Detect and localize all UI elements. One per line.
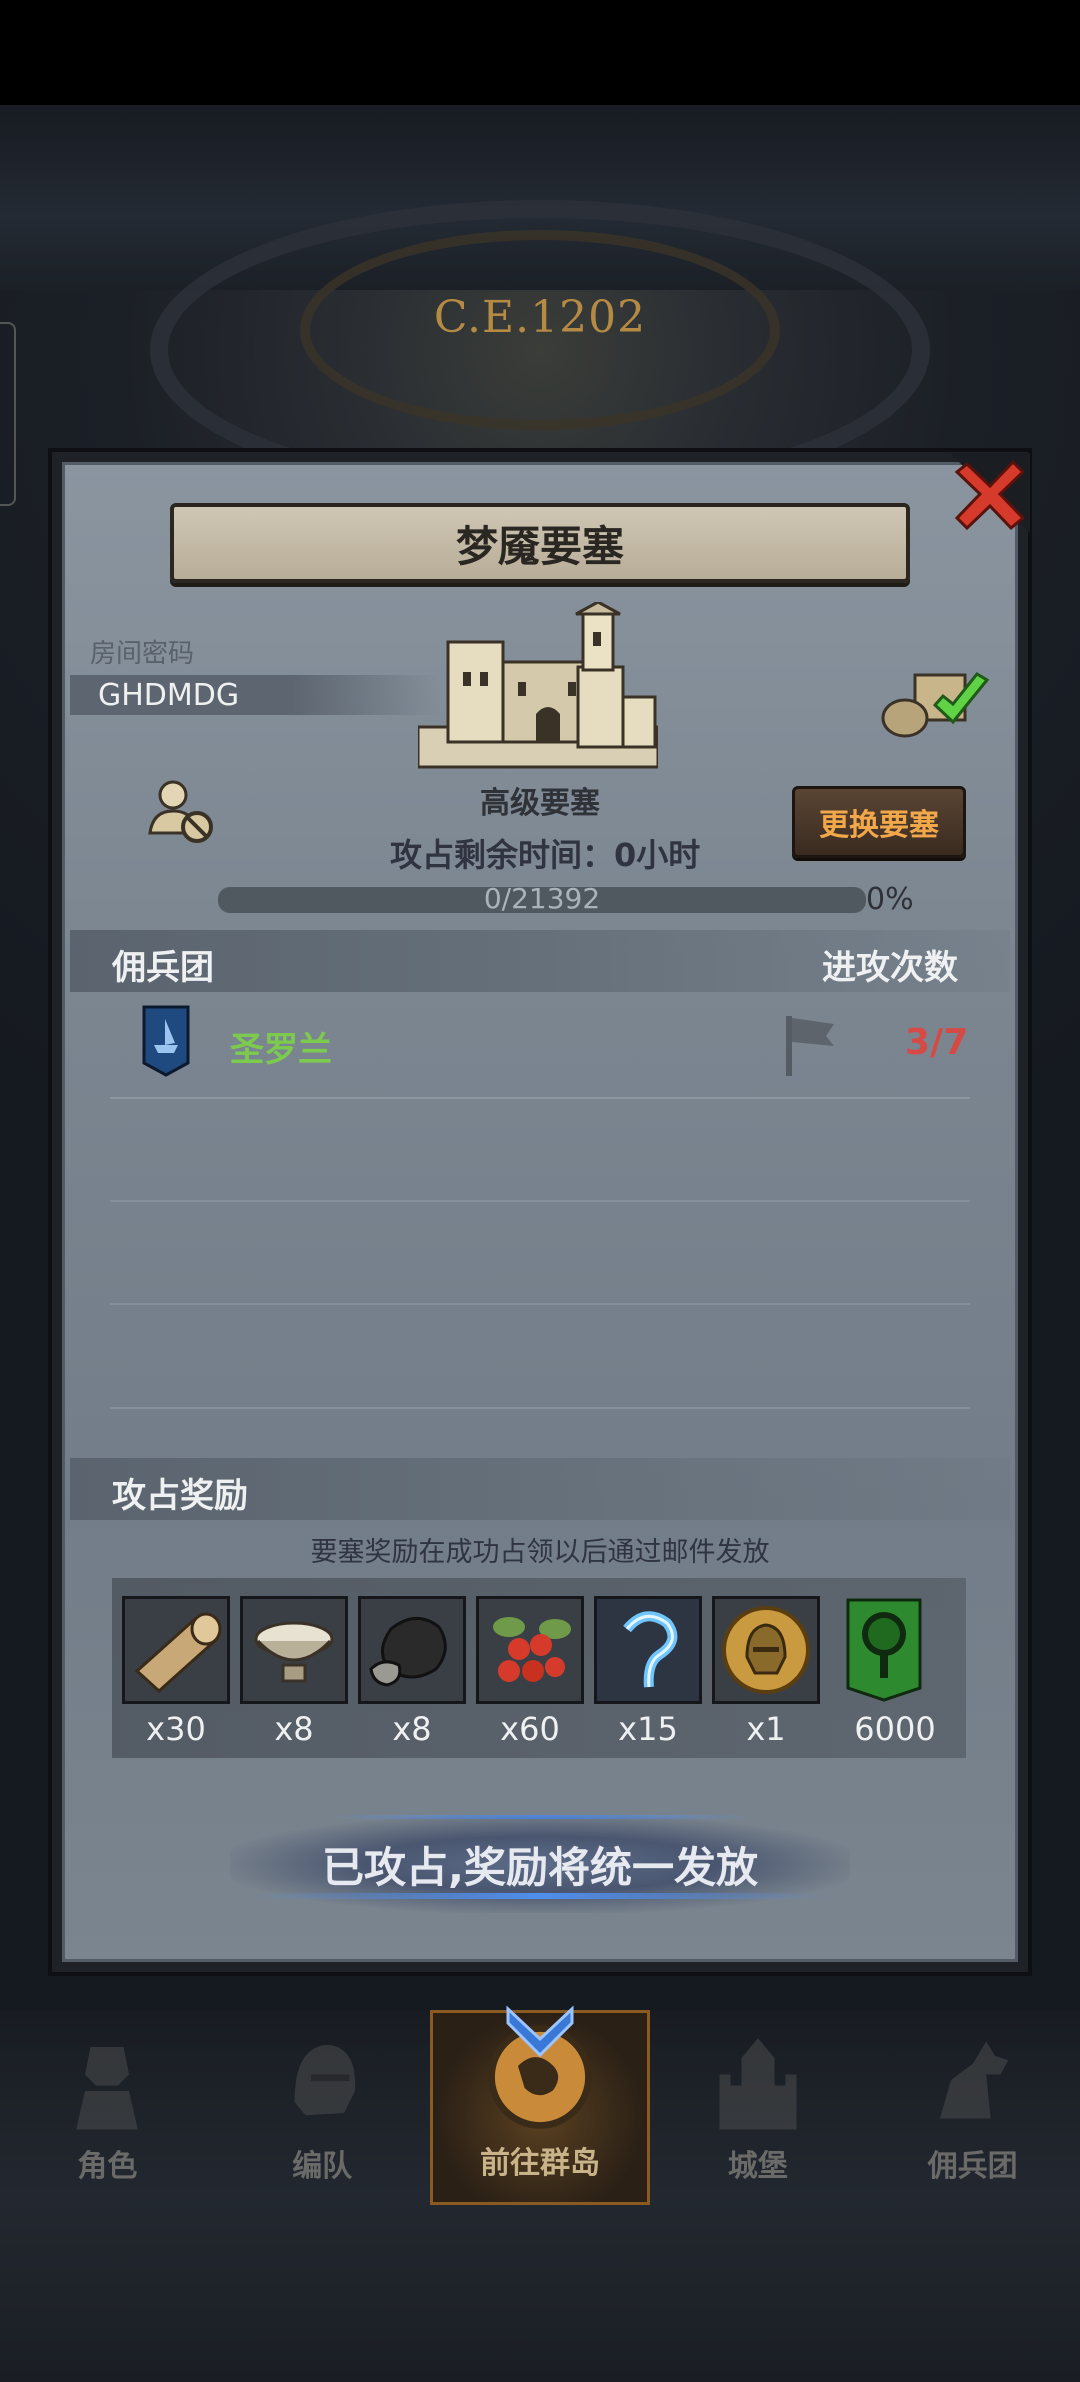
capture-progress-text: 0/21392: [483, 882, 601, 915]
reward-item[interactable]: [712, 1596, 820, 1704]
supplies-ready-icon: [881, 672, 990, 738]
nav-item-castle[interactable]: 城堡: [650, 2010, 865, 2205]
knight-icon: [76, 2047, 139, 2130]
side-pull-tab[interactable]: [0, 322, 16, 506]
nav-label: 前往群岛: [479, 2146, 600, 2181]
reward-qty: 6000: [854, 1710, 936, 1748]
reward-item[interactable]: [594, 1596, 702, 1704]
dialog-title-plate: 梦魇要塞: [170, 503, 910, 583]
claim-glow-bottom: [250, 1893, 830, 1899]
knight-coin-icon: [715, 1599, 817, 1701]
ship-emblem-icon: [142, 1005, 190, 1077]
user-blocked-icon[interactable]: [145, 775, 215, 845]
attack-count: 3/7: [905, 1022, 969, 1063]
nav-item-mercenary[interactable]: 佣兵团: [865, 2010, 1080, 2205]
tree-banner-icon: [846, 1598, 922, 1702]
dialog-title: 梦魇要塞: [455, 521, 624, 571]
nav-item-formation[interactable]: 编队: [215, 2010, 430, 2205]
change-fortress-button[interactable]: 更换要塞: [792, 786, 966, 858]
reward-item[interactable]: [476, 1596, 584, 1704]
reward-qty: x30: [146, 1710, 206, 1748]
reward-qty: x60: [500, 1710, 560, 1748]
empty-row: [110, 1407, 970, 1409]
reward-qty: x8: [392, 1710, 432, 1748]
close-icon[interactable]: [945, 448, 1035, 538]
nav-label: 佣兵团: [927, 2149, 1018, 2184]
room-password-value[interactable]: GHDMDG: [70, 675, 440, 715]
reward-item[interactable]: [358, 1596, 466, 1704]
castle-icon: [719, 2038, 797, 2130]
mercenary-header: 佣兵团: [112, 948, 214, 988]
empty-row: [110, 1303, 970, 1305]
room-password-label: 房间密码: [90, 639, 195, 669]
reward-note: 要塞奖励在成功占领以后通过邮件发放: [310, 1537, 770, 1568]
reward-header: 攻占奖励: [112, 1476, 248, 1516]
year-label: C.E.1202: [433, 292, 647, 343]
reward-qty: x1: [746, 1710, 786, 1748]
bowl-icon: [243, 1599, 345, 1701]
nav-item-character[interactable]: 角色: [0, 2010, 215, 2205]
bottom-nav: 角色 编队 前往群岛 城堡 佣兵团: [0, 2005, 1080, 2205]
flag-icon: [786, 1016, 834, 1076]
reward-item[interactable]: [842, 1596, 926, 1704]
reward-qty: x15: [618, 1710, 678, 1748]
reward-item[interactable]: [240, 1596, 348, 1704]
capture-progress-percent: 0%: [866, 882, 914, 917]
chevron-down-icon: [506, 2005, 574, 2058]
ore-icon: [361, 1599, 463, 1701]
claim-reward-label: 已攻占,奖励将统一发放: [322, 1842, 758, 1892]
berries-icon: [479, 1599, 581, 1701]
helmet-icon: [294, 2044, 356, 2116]
magic-hook-icon: [597, 1599, 699, 1701]
horse-icon: [939, 2041, 1008, 2119]
mercenary-name: 圣罗兰: [230, 1030, 332, 1070]
attacks-header: 进攻次数: [822, 948, 958, 988]
nav-label: 城堡: [727, 2149, 788, 2184]
nav-label: 编队: [292, 2149, 353, 2184]
fortress-grade: 高级要塞: [480, 786, 600, 821]
reward-qty: x8: [274, 1710, 314, 1748]
status-bar-area: [0, 0, 1080, 105]
reward-item[interactable]: [122, 1596, 230, 1704]
nav-item-islands[interactable]: 前往群岛: [429, 2005, 651, 2205]
fortress-castle-icon: [418, 602, 658, 769]
empty-row: [110, 1200, 970, 1202]
wood-log-icon: [125, 1599, 227, 1701]
capture-time-remaining: 攻占剩余时间：0小时: [390, 836, 701, 874]
nav-label: 角色: [77, 2149, 138, 2184]
